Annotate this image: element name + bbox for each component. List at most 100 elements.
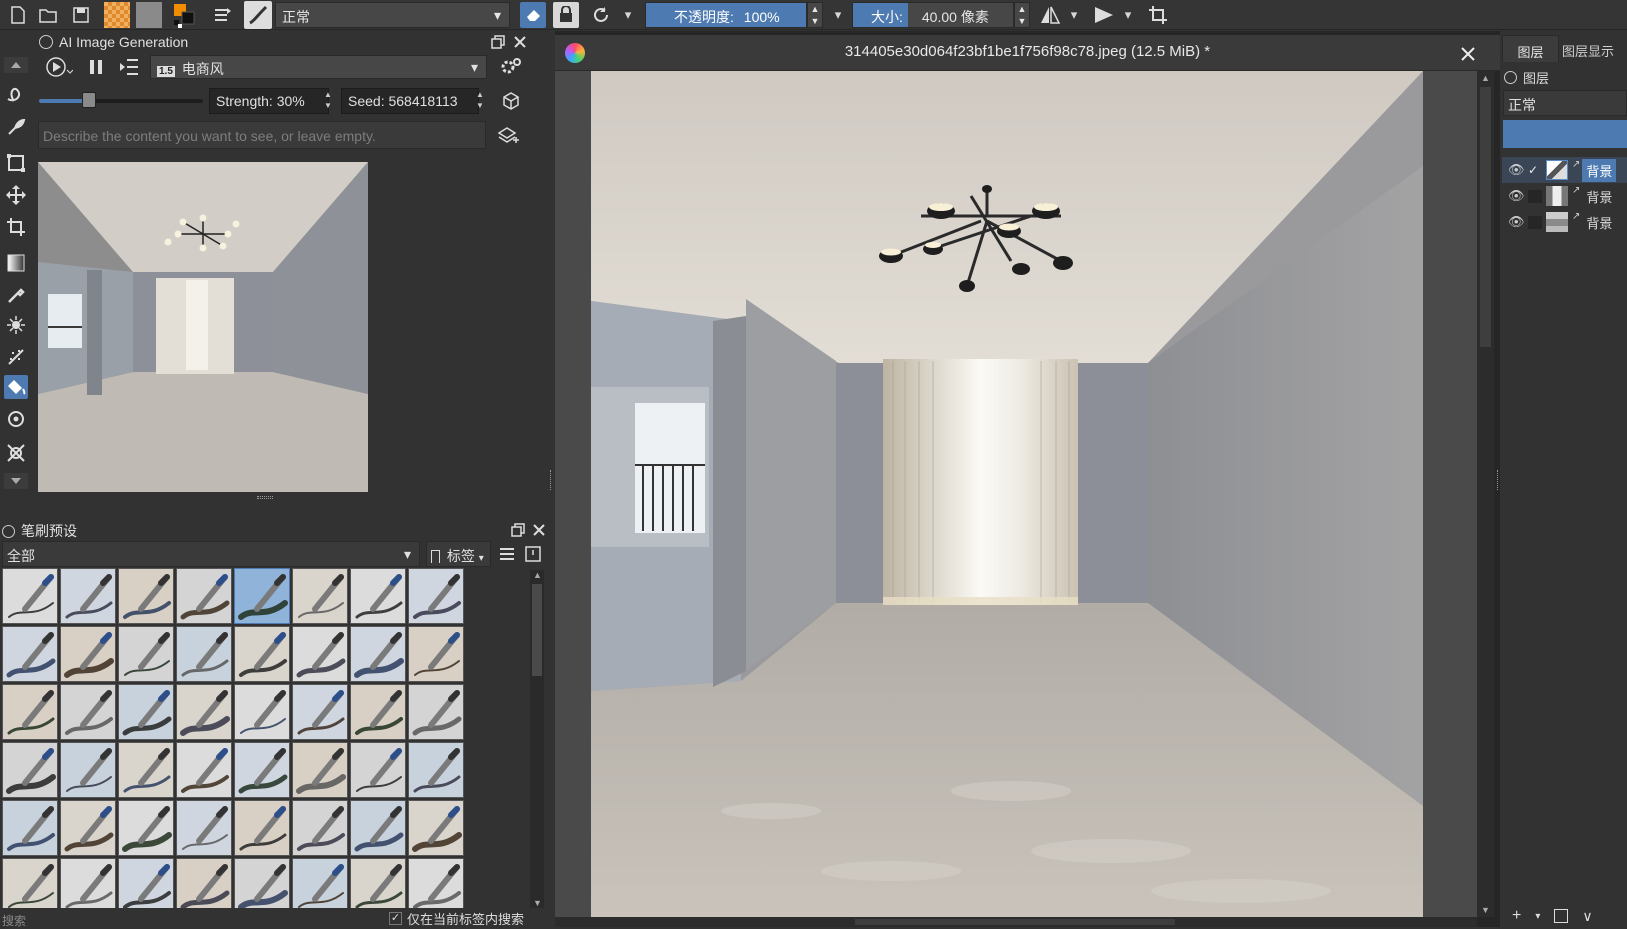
brush-preset-tile[interactable] <box>60 800 116 856</box>
brush-preset-tile[interactable] <box>350 858 406 908</box>
brush-preset-tile[interactable] <box>350 800 406 856</box>
fill-area-icon[interactable] <box>4 345 28 369</box>
strength-slider-track[interactable] <box>39 99 203 103</box>
scrollbar-thumb[interactable] <box>1480 87 1491 347</box>
mirror-horizontal-icon[interactable] <box>1038 3 1062 27</box>
add-region-icon[interactable] <box>496 123 522 147</box>
assistant-tool-icon[interactable] <box>4 407 28 431</box>
visibility-eye-icon[interactable]: 👁 <box>1508 188 1525 204</box>
chevron-down-icon[interactable]: ▾ <box>1535 911 1540 922</box>
canvas-horizontal-scrollbar[interactable] <box>555 917 1477 927</box>
brush-preset-tile[interactable] <box>408 626 464 682</box>
brush-preset-tile[interactable] <box>234 568 290 624</box>
crop-icon[interactable] <box>4 215 28 239</box>
canvas-vertical-scrollbar[interactable]: ▲ ▼ <box>1477 71 1494 917</box>
fill-bucket-icon[interactable] <box>4 375 28 399</box>
float-docker-icon[interactable] <box>509 521 527 539</box>
brush-preset-tile[interactable] <box>234 742 290 798</box>
canvas-image[interactable] <box>591 71 1423 917</box>
blend-mode-select[interactable]: 正常 ▾ <box>275 2 510 28</box>
brush-preset-tile[interactable] <box>408 800 464 856</box>
freehand-path-icon[interactable] <box>4 83 28 107</box>
list-view-icon[interactable] <box>496 543 518 565</box>
scroll-up-icon[interactable]: ▲ <box>533 570 542 580</box>
brush-preset-tile[interactable] <box>2 742 58 798</box>
scrollbar-thumb[interactable] <box>855 919 1175 925</box>
brush-preset-tile[interactable] <box>118 684 174 740</box>
color-swatch[interactable] <box>172 3 196 28</box>
seed-stepper[interactable]: ▲ ▼ <box>473 89 487 113</box>
smart-patch-icon[interactable] <box>4 313 28 337</box>
scroll-down-icon[interactable]: ▼ <box>1481 905 1490 915</box>
chevron-down-icon[interactable]: ▾ <box>1120 3 1136 27</box>
layer-checked-icon[interactable]: ✓ <box>1528 163 1542 177</box>
brush-preset-tile[interactable] <box>118 742 174 798</box>
brush-preset-tile[interactable] <box>408 684 464 740</box>
brush-filter-select[interactable]: 全部 ▾ <box>2 541 420 567</box>
close-docker-icon[interactable] <box>530 521 548 539</box>
scrollbar-thumb[interactable] <box>532 584 542 676</box>
prompt-input[interactable]: Describe the content you want to see, or… <box>38 121 486 149</box>
visibility-eye-icon[interactable]: 👁 <box>1508 214 1525 230</box>
brush-preset-tile[interactable] <box>176 742 232 798</box>
layer-properties-bar[interactable] <box>1503 120 1627 148</box>
brush-preset-tile[interactable] <box>176 568 232 624</box>
brush-preset-tile[interactable] <box>176 800 232 856</box>
brush-preset-tile[interactable] <box>118 858 174 908</box>
brush-preset-tile[interactable] <box>60 742 116 798</box>
brush-preset-tile[interactable] <box>176 626 232 682</box>
move-layer-down-icon[interactable]: ∨ <box>1582 908 1592 925</box>
tab-layer-display[interactable]: 图层显示 <box>1562 35 1627 62</box>
brush-preset-tile[interactable] <box>60 858 116 908</box>
scroll-down-icon[interactable]: ▼ <box>533 898 542 908</box>
brush-preset-tile[interactable] <box>350 568 406 624</box>
gradient-icon[interactable] <box>4 251 28 275</box>
lock-icon[interactable] <box>39 35 53 49</box>
close-docker-icon[interactable] <box>511 33 529 51</box>
brush-preset-tile[interactable] <box>408 568 464 624</box>
add-layer-icon[interactable]: + <box>1512 907 1521 925</box>
scroll-up-icon[interactable]: ▲ <box>1481 73 1490 83</box>
pause-icon[interactable] <box>85 55 107 79</box>
brush-preset-tile[interactable] <box>234 684 290 740</box>
brush-preset-tile[interactable] <box>350 684 406 740</box>
brush-preset-tile[interactable] <box>408 858 464 908</box>
eraser-mode-icon[interactable] <box>520 2 546 28</box>
size-spinbox[interactable]: 大小: 40.00 像素 <box>852 2 1014 28</box>
size-stepper[interactable]: ▲ ▼ <box>1014 2 1030 28</box>
chevron-down-icon[interactable]: ▾ <box>830 3 846 27</box>
brush-preset-tile[interactable] <box>2 858 58 908</box>
splitter-handle[interactable] <box>257 496 273 499</box>
chevron-down-icon[interactable]: ▾ <box>620 3 636 27</box>
transform-icon[interactable] <box>4 151 28 175</box>
seed-spinbox[interactable]: Seed: 568418113 <box>341 88 479 114</box>
brush-preset-tile[interactable] <box>234 800 290 856</box>
splitter-handle[interactable] <box>550 470 553 490</box>
opacity-stepper[interactable]: ▲ ▼ <box>807 2 823 28</box>
color-picker-icon[interactable] <box>4 283 28 307</box>
splitter-handle[interactable] <box>1497 470 1500 490</box>
dynamic-brush-icon[interactable] <box>4 115 28 139</box>
opacity-spinbox[interactable]: 不透明度: 100% <box>645 2 807 28</box>
scroll-up-icon[interactable] <box>4 57 28 73</box>
brush-preset-tile[interactable] <box>60 626 116 682</box>
style-select[interactable]: 1.5 电商风 ▾ <box>150 55 487 79</box>
brush-preset-tile[interactable] <box>292 858 348 908</box>
brush-preset-tile[interactable] <box>60 684 116 740</box>
brush-preset-tile[interactable] <box>60 568 116 624</box>
brush-preset-tile[interactable] <box>234 626 290 682</box>
tag-button[interactable]: 标签 ▾ <box>426 541 491 567</box>
brush-preset-tile[interactable] <box>118 568 174 624</box>
layer-blend-mode-select[interactable]: 正常 <box>1503 90 1627 116</box>
visibility-eye-icon[interactable]: 👁 <box>1508 162 1525 178</box>
tab-layers[interactable]: 图层 <box>1502 35 1559 62</box>
brush-preset-tile[interactable] <box>292 626 348 682</box>
brush-preset-tile[interactable] <box>292 684 348 740</box>
brush-preset-tile[interactable] <box>350 742 406 798</box>
pattern-swatch[interactable] <box>136 2 162 28</box>
brush-preset-tile[interactable] <box>2 568 58 624</box>
brush-settings-icon[interactable] <box>211 3 235 27</box>
brush-preset-icon[interactable] <box>244 1 272 29</box>
lock-icon[interactable] <box>2 524 15 538</box>
move-icon[interactable] <box>4 183 28 207</box>
